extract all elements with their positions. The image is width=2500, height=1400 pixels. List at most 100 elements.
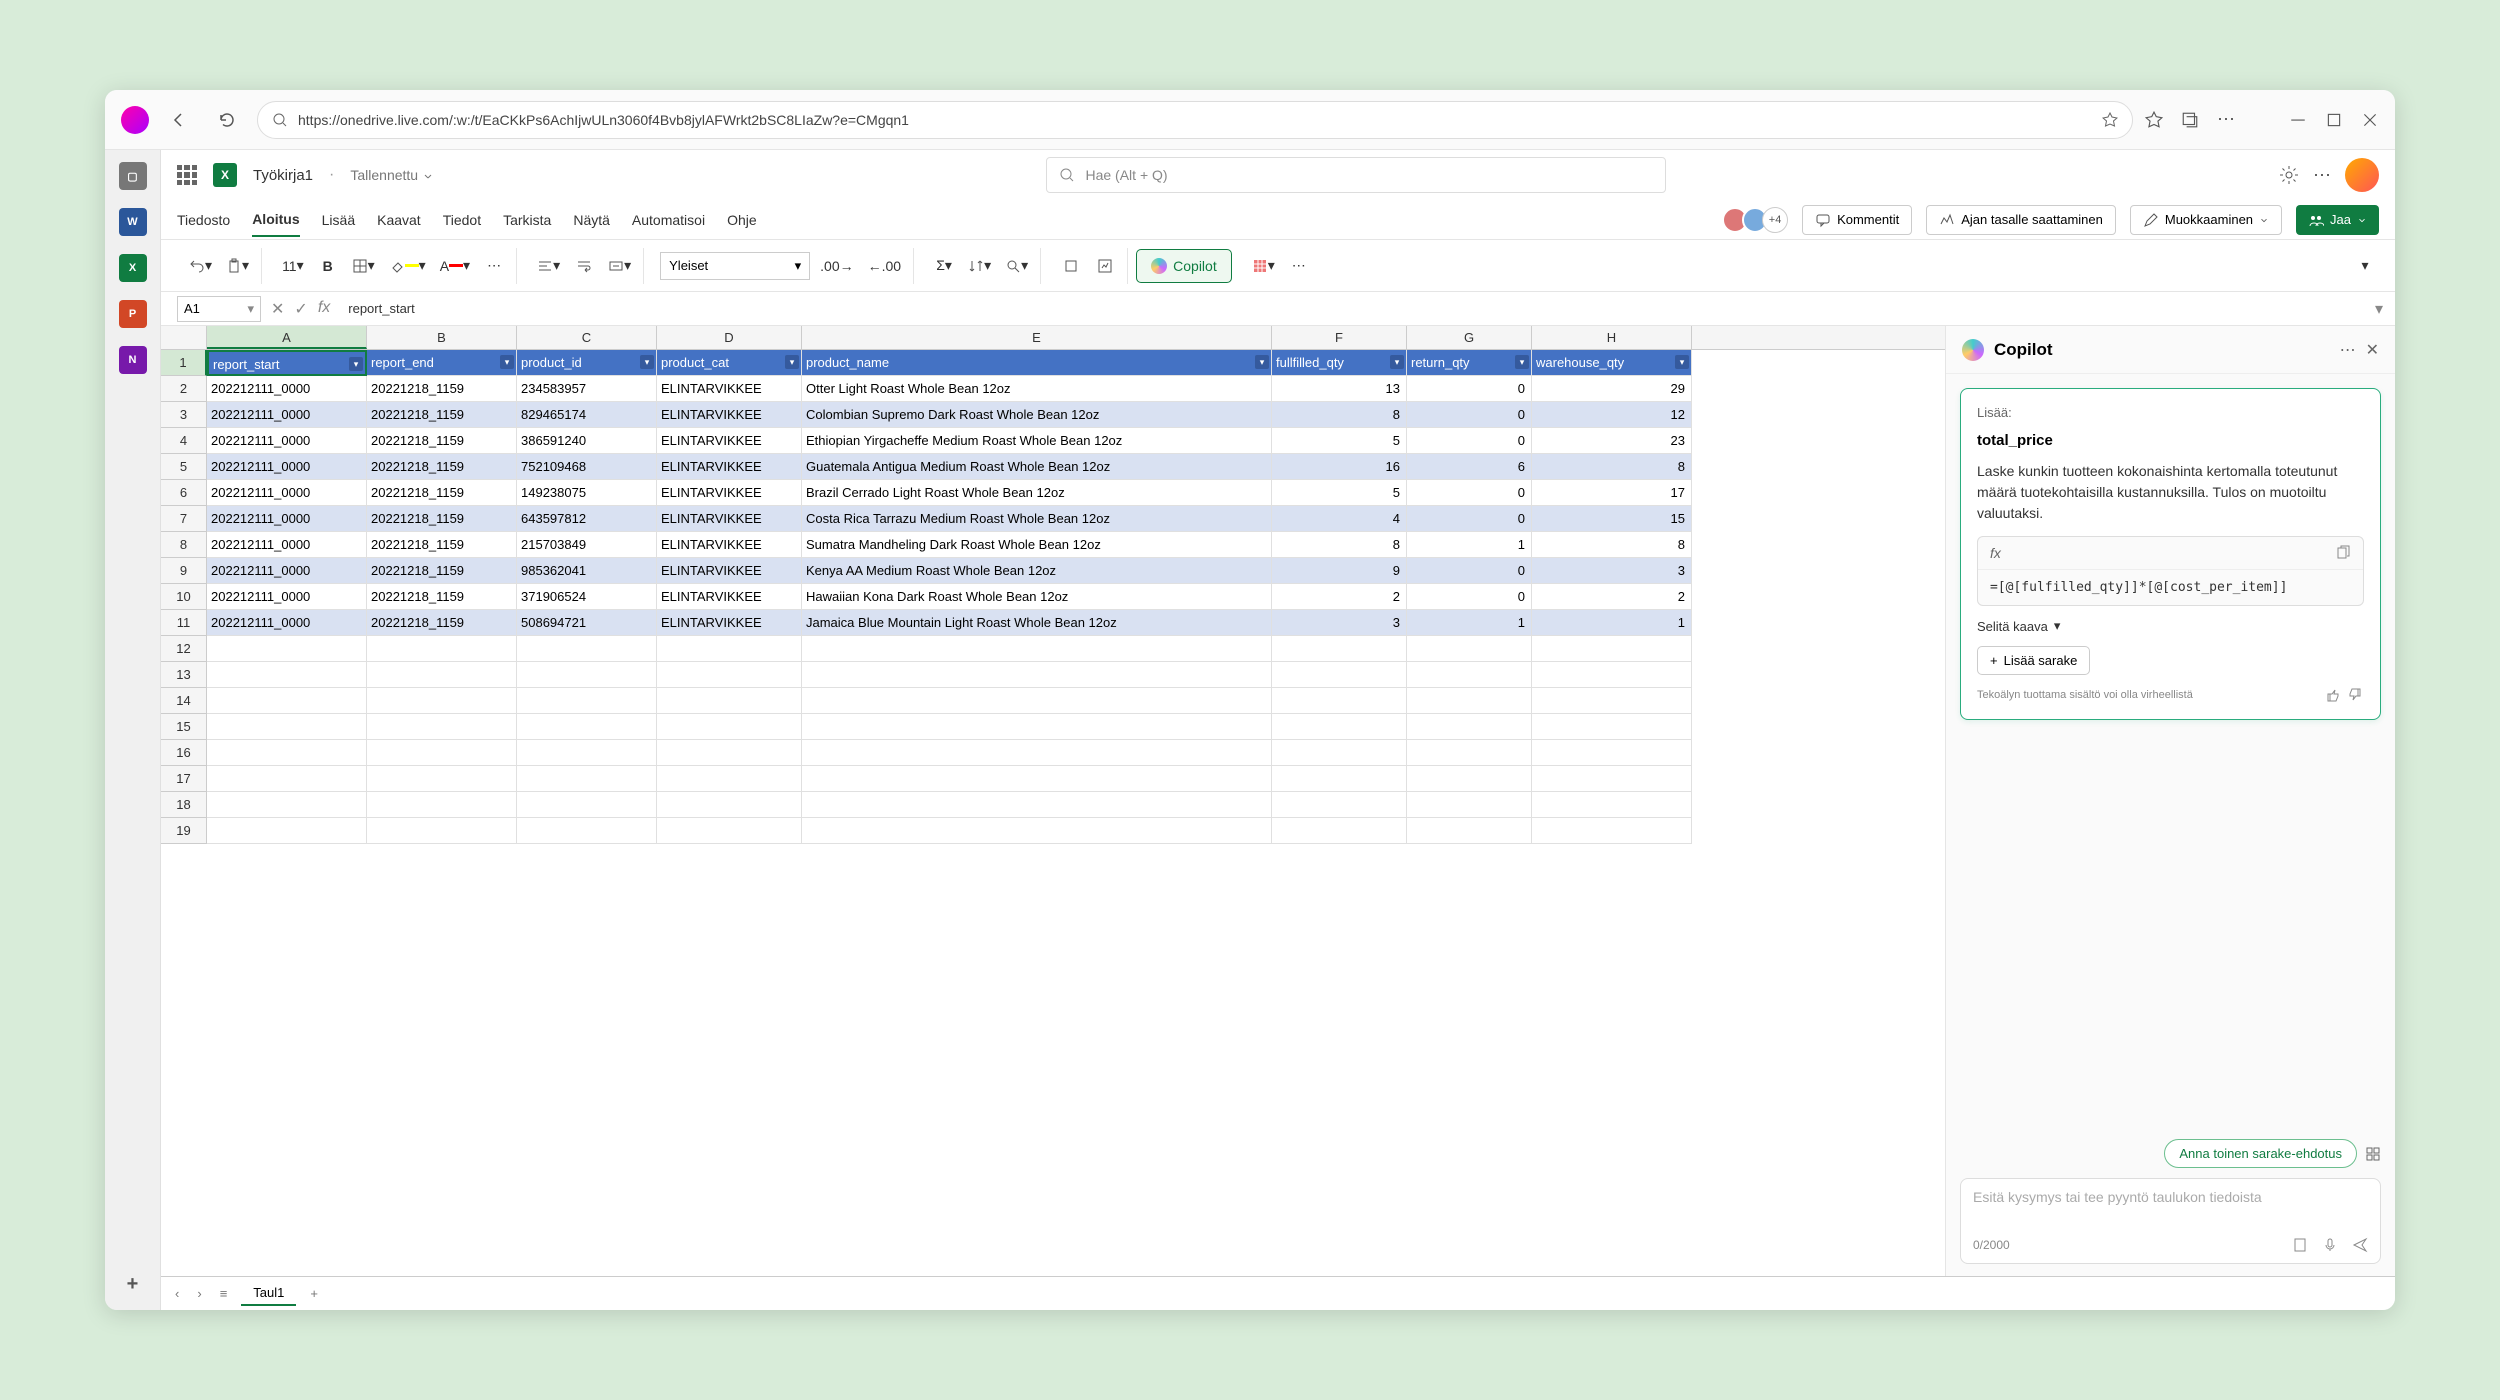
- cell[interactable]: [802, 740, 1272, 766]
- cell[interactable]: 2: [1532, 584, 1692, 610]
- back-button[interactable]: [161, 102, 197, 138]
- more-options-icon[interactable]: ⋯: [2313, 165, 2331, 186]
- tab-data[interactable]: Tiedot: [443, 204, 481, 236]
- cell[interactable]: [1272, 818, 1407, 844]
- cell[interactable]: Brazil Cerrado Light Roast Whole Bean 12…: [802, 480, 1272, 506]
- addins-button[interactable]: [1057, 252, 1085, 280]
- cell[interactable]: 20221218_1159: [367, 610, 517, 636]
- cell[interactable]: 202212111_0000: [207, 376, 367, 402]
- cell[interactable]: [1272, 792, 1407, 818]
- cell[interactable]: 829465174: [517, 402, 657, 428]
- grid-view-icon[interactable]: [2365, 1146, 2381, 1162]
- tab-review[interactable]: Tarkista: [503, 204, 551, 236]
- cell[interactable]: [367, 740, 517, 766]
- cell[interactable]: [1532, 818, 1692, 844]
- sheet-list-icon[interactable]: ≡: [216, 1286, 232, 1301]
- cell[interactable]: 508694721: [517, 610, 657, 636]
- cell[interactable]: 234583957: [517, 376, 657, 402]
- app-launcher-icon[interactable]: [177, 165, 197, 185]
- cell[interactable]: 202212111_0000: [207, 532, 367, 558]
- cell[interactable]: [657, 688, 802, 714]
- cell[interactable]: 0: [1407, 558, 1532, 584]
- copilot-input[interactable]: Esitä kysymys tai tee pyyntö taulukon ti…: [1960, 1178, 2381, 1264]
- collapse-ribbon-icon[interactable]: ▾: [2351, 252, 2379, 280]
- cell[interactable]: [517, 636, 657, 662]
- cell[interactable]: [207, 766, 367, 792]
- cell[interactable]: 202212111_0000: [207, 454, 367, 480]
- cell[interactable]: ELINTARVIKKEE: [657, 532, 802, 558]
- cell[interactable]: [207, 740, 367, 766]
- cell[interactable]: 2: [1272, 584, 1407, 610]
- presence-indicator[interactable]: +4: [1728, 207, 1788, 233]
- rail-excel-icon[interactable]: X: [119, 254, 147, 282]
- table-header-cell[interactable]: warehouse_qty▾: [1532, 350, 1692, 376]
- cell[interactable]: 0: [1407, 428, 1532, 454]
- row-header[interactable]: 10: [161, 584, 207, 610]
- cell[interactable]: 0: [1407, 506, 1532, 532]
- name-box[interactable]: A1▾: [177, 296, 261, 322]
- cell[interactable]: ELINTARVIKKEE: [657, 610, 802, 636]
- cell[interactable]: [367, 688, 517, 714]
- cell[interactable]: [517, 714, 657, 740]
- tab-automate[interactable]: Automatisoi: [632, 204, 705, 236]
- table-header-cell[interactable]: product_cat▾: [657, 350, 802, 376]
- cell[interactable]: [1272, 636, 1407, 662]
- table-styles-button[interactable]: ▾: [1248, 252, 1279, 280]
- row-header[interactable]: 5: [161, 454, 207, 480]
- cell[interactable]: [1532, 636, 1692, 662]
- rail-add-icon[interactable]: +: [119, 1270, 147, 1298]
- filter-icon[interactable]: ▾: [1675, 355, 1689, 369]
- cell[interactable]: [1407, 688, 1532, 714]
- document-title[interactable]: Työkirja1: [253, 167, 313, 184]
- cell[interactable]: [657, 766, 802, 792]
- cell[interactable]: 202212111_0000: [207, 480, 367, 506]
- cell[interactable]: 20221218_1159: [367, 428, 517, 454]
- cell[interactable]: Otter Light Roast Whole Bean 12oz: [802, 376, 1272, 402]
- cell[interactable]: 202212111_0000: [207, 428, 367, 454]
- row-header[interactable]: 8: [161, 532, 207, 558]
- send-icon[interactable]: [2352, 1237, 2368, 1253]
- col-header[interactable]: H: [1532, 326, 1692, 349]
- col-header[interactable]: B: [367, 326, 517, 349]
- copilot-more-icon[interactable]: ⋯: [2340, 340, 2356, 360]
- col-header[interactable]: G: [1407, 326, 1532, 349]
- cell[interactable]: [802, 766, 1272, 792]
- cell[interactable]: [802, 688, 1272, 714]
- cell[interactable]: [657, 714, 802, 740]
- row-header[interactable]: 19: [161, 818, 207, 844]
- filter-icon[interactable]: ▾: [640, 355, 654, 369]
- cell[interactable]: 0: [1407, 402, 1532, 428]
- cell[interactable]: [517, 792, 657, 818]
- gear-icon[interactable]: [2279, 165, 2299, 185]
- cell[interactable]: [1532, 662, 1692, 688]
- cell[interactable]: 215703849: [517, 532, 657, 558]
- copy-icon[interactable]: [2335, 545, 2351, 561]
- row-header[interactable]: 7: [161, 506, 207, 532]
- cell[interactable]: 20221218_1159: [367, 506, 517, 532]
- cell[interactable]: 149238075: [517, 480, 657, 506]
- copilot-ribbon-button[interactable]: Copilot: [1136, 249, 1232, 283]
- cell[interactable]: 29: [1532, 376, 1692, 402]
- cell[interactable]: 985362041: [517, 558, 657, 584]
- table-header-cell[interactable]: return_qty▾: [1407, 350, 1532, 376]
- cell[interactable]: [1407, 636, 1532, 662]
- cell[interactable]: [367, 636, 517, 662]
- add-column-button[interactable]: +Lisää sarake: [1977, 646, 2090, 675]
- cell[interactable]: [657, 818, 802, 844]
- cell[interactable]: ELINTARVIKKEE: [657, 454, 802, 480]
- cell[interactable]: 5: [1272, 428, 1407, 454]
- row-header[interactable]: 12: [161, 636, 207, 662]
- row-header[interactable]: 2: [161, 376, 207, 402]
- cell[interactable]: 386591240: [517, 428, 657, 454]
- row-header[interactable]: 4: [161, 428, 207, 454]
- tab-home[interactable]: Aloitus: [252, 203, 299, 237]
- cell[interactable]: Colombian Supremo Dark Roast Whole Bean …: [802, 402, 1272, 428]
- cell[interactable]: 23: [1532, 428, 1692, 454]
- cell[interactable]: [367, 714, 517, 740]
- cell[interactable]: [802, 662, 1272, 688]
- table-header-cell[interactable]: report_end▾: [367, 350, 517, 376]
- cell[interactable]: 15: [1532, 506, 1692, 532]
- cell[interactable]: [1272, 766, 1407, 792]
- table-header-cell[interactable]: fullfilled_qty▾: [1272, 350, 1407, 376]
- row-header[interactable]: 18: [161, 792, 207, 818]
